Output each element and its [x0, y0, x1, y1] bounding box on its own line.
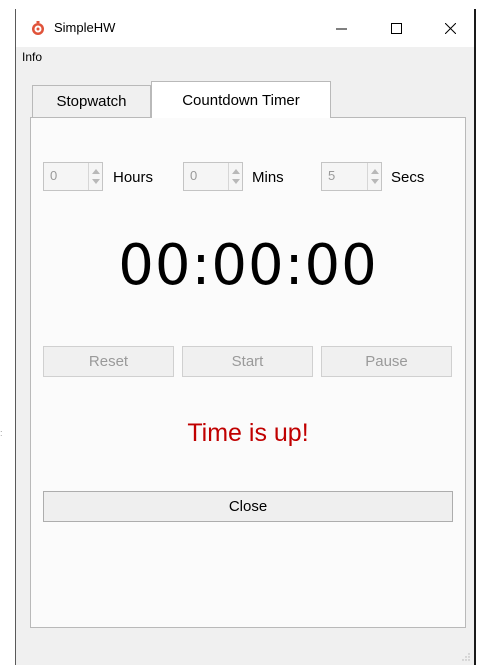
menu-info[interactable]: Info — [18, 50, 46, 64]
tab-stopwatch[interactable]: Stopwatch — [32, 85, 151, 117]
hours-label: Hours — [113, 169, 154, 186]
app-window: SimpleHW Info Stopwatch Countdown Timer … — [15, 9, 476, 665]
countdown-display: 00:00:00 — [118, 233, 378, 298]
resize-grip-icon[interactable] — [462, 653, 470, 661]
maximize-icon — [390, 22, 402, 34]
window-title: SimpleHW — [54, 20, 116, 35]
mins-spinbox[interactable]: 0 — [183, 162, 243, 191]
chevron-down-icon[interactable] — [371, 179, 379, 184]
secs-spinbox[interactable]: 5 — [321, 162, 382, 191]
chevron-up-icon[interactable] — [92, 169, 100, 174]
mins-stepper[interactable] — [228, 163, 242, 190]
maximize-button[interactable] — [373, 9, 419, 47]
minimize-button[interactable] — [318, 9, 364, 47]
close-icon — [444, 22, 456, 34]
close-button[interactable]: Close — [43, 491, 453, 522]
minimize-icon — [335, 28, 347, 29]
secs-stepper[interactable] — [367, 163, 381, 190]
mins-value: 0 — [190, 168, 198, 183]
app-icon — [32, 21, 44, 35]
secs-value: 5 — [328, 168, 336, 183]
hours-value: 0 — [50, 168, 58, 183]
chevron-down-icon[interactable] — [92, 179, 100, 184]
reset-button[interactable]: Reset — [43, 346, 174, 377]
chevron-down-icon[interactable] — [232, 179, 240, 184]
tab-countdown-timer-label: Countdown Timer — [182, 91, 300, 109]
hours-spinbox[interactable]: 0 — [43, 162, 103, 191]
mins-label: Mins — [252, 169, 284, 186]
chevron-up-icon[interactable] — [371, 169, 379, 174]
tab-countdown-timer[interactable]: Countdown Timer — [151, 81, 331, 118]
left-edge-mark: : — [0, 428, 3, 438]
tab-stopwatch-label: Stopwatch — [56, 93, 127, 110]
secs-label: Secs — [391, 169, 425, 186]
menu-bar: Info — [16, 47, 474, 69]
title-bar: SimpleHW — [16, 9, 474, 47]
status-message: Time is up! — [187, 419, 309, 447]
hours-stepper[interactable] — [88, 163, 102, 190]
start-button[interactable]: Start — [182, 346, 313, 377]
chevron-up-icon[interactable] — [232, 169, 240, 174]
close-window-button[interactable] — [427, 9, 473, 47]
pause-button[interactable]: Pause — [321, 346, 452, 377]
